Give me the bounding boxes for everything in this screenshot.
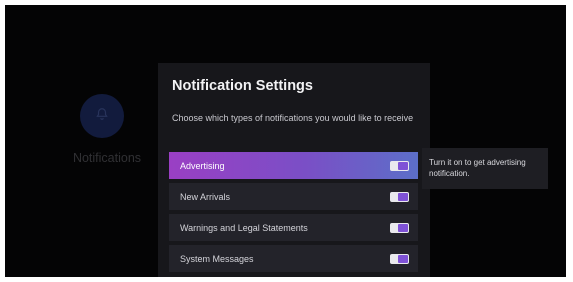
new-arrivals-toggle[interactable] <box>390 192 409 202</box>
setting-row-advertising[interactable]: Advertising <box>169 152 418 179</box>
warnings-toggle[interactable] <box>390 223 409 233</box>
setting-label: New Arrivals <box>180 191 231 202</box>
toggle-knob <box>398 255 408 263</box>
notification-type-list: Advertising New Arrivals Warnings and Le… <box>169 152 418 276</box>
setting-row-new-arrivals[interactable]: New Arrivals <box>169 183 418 210</box>
system-messages-toggle[interactable] <box>390 254 409 264</box>
advertising-toggle[interactable] <box>390 161 409 171</box>
setting-label: Advertising <box>180 160 225 171</box>
setting-row-system-messages[interactable]: System Messages <box>169 245 418 272</box>
setting-label: Warnings and Legal Statements <box>180 222 308 233</box>
tv-screen: Notifications Notification Settings Choo… <box>5 5 566 277</box>
toggle-knob <box>398 224 408 232</box>
setting-label: System Messages <box>180 253 254 264</box>
toggle-knob <box>398 193 408 201</box>
dialog-description: Choose which types of notifications you … <box>172 113 414 123</box>
toggle-knob <box>398 162 408 170</box>
dialog-title: Notification Settings <box>172 78 313 94</box>
setting-hint-tooltip: Turn it on to get advertising notificati… <box>422 148 548 189</box>
notification-settings-dialog: Notification Settings Choose which types… <box>158 63 430 277</box>
setting-row-warnings[interactable]: Warnings and Legal Statements <box>169 214 418 241</box>
